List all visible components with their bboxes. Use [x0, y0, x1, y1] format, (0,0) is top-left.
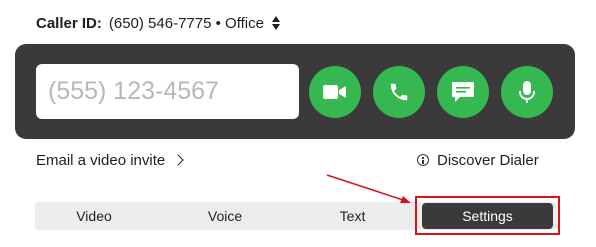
sort-arrows-icon[interactable]	[271, 15, 281, 31]
microphone-button[interactable]	[501, 66, 553, 118]
video-camera-icon	[323, 85, 346, 99]
caller-id-value[interactable]: (650) 546-7775 • Office	[109, 15, 264, 32]
email-invite-label: Email a video invite	[36, 151, 166, 169]
caller-id-selector[interactable]: Caller ID: (650) 546-7775 • Office	[36, 13, 281, 33]
chevron-right-icon	[172, 154, 184, 166]
tab-voice[interactable]: Voice	[165, 202, 285, 230]
tab-text[interactable]: Text	[290, 202, 415, 230]
discover-dialer-label: Discover Dialer	[437, 151, 539, 169]
info-icon	[417, 154, 429, 166]
dialer-panel	[15, 44, 575, 139]
phone-icon	[390, 83, 408, 101]
text-message-button[interactable]	[437, 66, 489, 118]
email-video-invite-link[interactable]: Email a video invite	[36, 150, 184, 170]
microphone-icon	[519, 81, 535, 103]
voice-call-button[interactable]	[373, 66, 425, 118]
message-icon	[452, 82, 474, 102]
mode-tabs: Video Voice Text Settings	[35, 202, 557, 230]
tab-video[interactable]: Video	[35, 202, 153, 230]
tab-settings[interactable]: Settings	[422, 203, 553, 229]
phone-number-input[interactable]	[36, 64, 299, 119]
video-call-button[interactable]	[309, 66, 361, 118]
discover-dialer-link[interactable]: Discover Dialer	[417, 150, 539, 170]
caller-id-label: Caller ID:	[36, 14, 102, 32]
